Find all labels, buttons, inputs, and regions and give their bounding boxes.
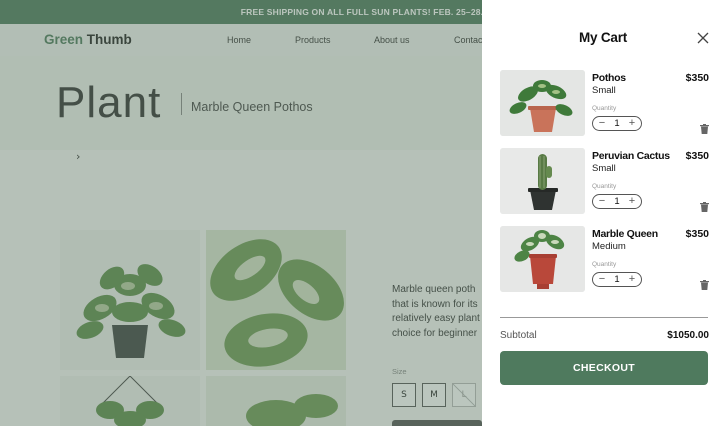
- cart-item-thumbnail[interactable]: [500, 226, 585, 292]
- cart-item-thumbnail[interactable]: [500, 70, 585, 136]
- cart-item: Pothos Small $350 Quantity − 1 +: [500, 70, 710, 138]
- minus-icon[interactable]: −: [595, 195, 609, 208]
- subtotal-label: Subtotal: [500, 330, 537, 341]
- cart-item-variant: Medium: [592, 241, 626, 252]
- cart-item: Marble Queen Medium $350 Quantity − 1 +: [500, 226, 710, 294]
- quantity-label: Quantity: [592, 105, 617, 112]
- quantity-value[interactable]: 1: [609, 196, 625, 207]
- cart-item-price: $350: [685, 228, 709, 240]
- close-icon[interactable]: [695, 30, 711, 46]
- cart-item-name: Marble Queen: [592, 228, 658, 240]
- cart-divider: [500, 317, 708, 318]
- minus-icon[interactable]: −: [595, 273, 609, 286]
- checkout-button[interactable]: CHECKOUT: [500, 351, 708, 385]
- quantity-stepper: − 1 +: [592, 272, 642, 287]
- quantity-stepper: − 1 +: [592, 116, 642, 131]
- cart-item-thumbnail[interactable]: [500, 148, 585, 214]
- modal-backdrop[interactable]: [0, 0, 482, 426]
- trash-icon[interactable]: [700, 119, 709, 134]
- trash-icon[interactable]: [700, 275, 709, 290]
- plus-icon[interactable]: +: [625, 195, 639, 208]
- cart-item-variant: Small: [592, 163, 616, 174]
- cart-item-price: $350: [685, 72, 709, 84]
- quantity-stepper: − 1 +: [592, 194, 642, 209]
- plus-icon[interactable]: +: [625, 273, 639, 286]
- cart-item-name: Peruvian Cactus: [592, 150, 670, 162]
- checkout-label: CHECKOUT: [573, 362, 635, 374]
- cart-item: Peruvian Cactus Small $350 Quantity − 1 …: [500, 148, 710, 216]
- minus-icon[interactable]: −: [595, 117, 609, 130]
- cart-item-price: $350: [685, 150, 709, 162]
- subtotal-value: $1050.00: [667, 330, 709, 341]
- quantity-value[interactable]: 1: [609, 118, 625, 129]
- marble-queen-image: [500, 226, 585, 292]
- trash-icon[interactable]: [700, 197, 709, 212]
- cart-item-variant: Small: [592, 85, 616, 96]
- quantity-label: Quantity: [592, 183, 617, 190]
- peruvian-cactus-image: [500, 148, 585, 214]
- cart-drawer: My Cart Pothos Small $350 Quantity − 1 +…: [482, 0, 724, 426]
- quantity-value[interactable]: 1: [609, 274, 625, 285]
- pothos-small-image: [500, 70, 585, 136]
- quantity-label: Quantity: [592, 261, 617, 268]
- cart-title: My Cart: [578, 30, 628, 45]
- cart-item-name: Pothos: [592, 72, 626, 84]
- plus-icon[interactable]: +: [625, 117, 639, 130]
